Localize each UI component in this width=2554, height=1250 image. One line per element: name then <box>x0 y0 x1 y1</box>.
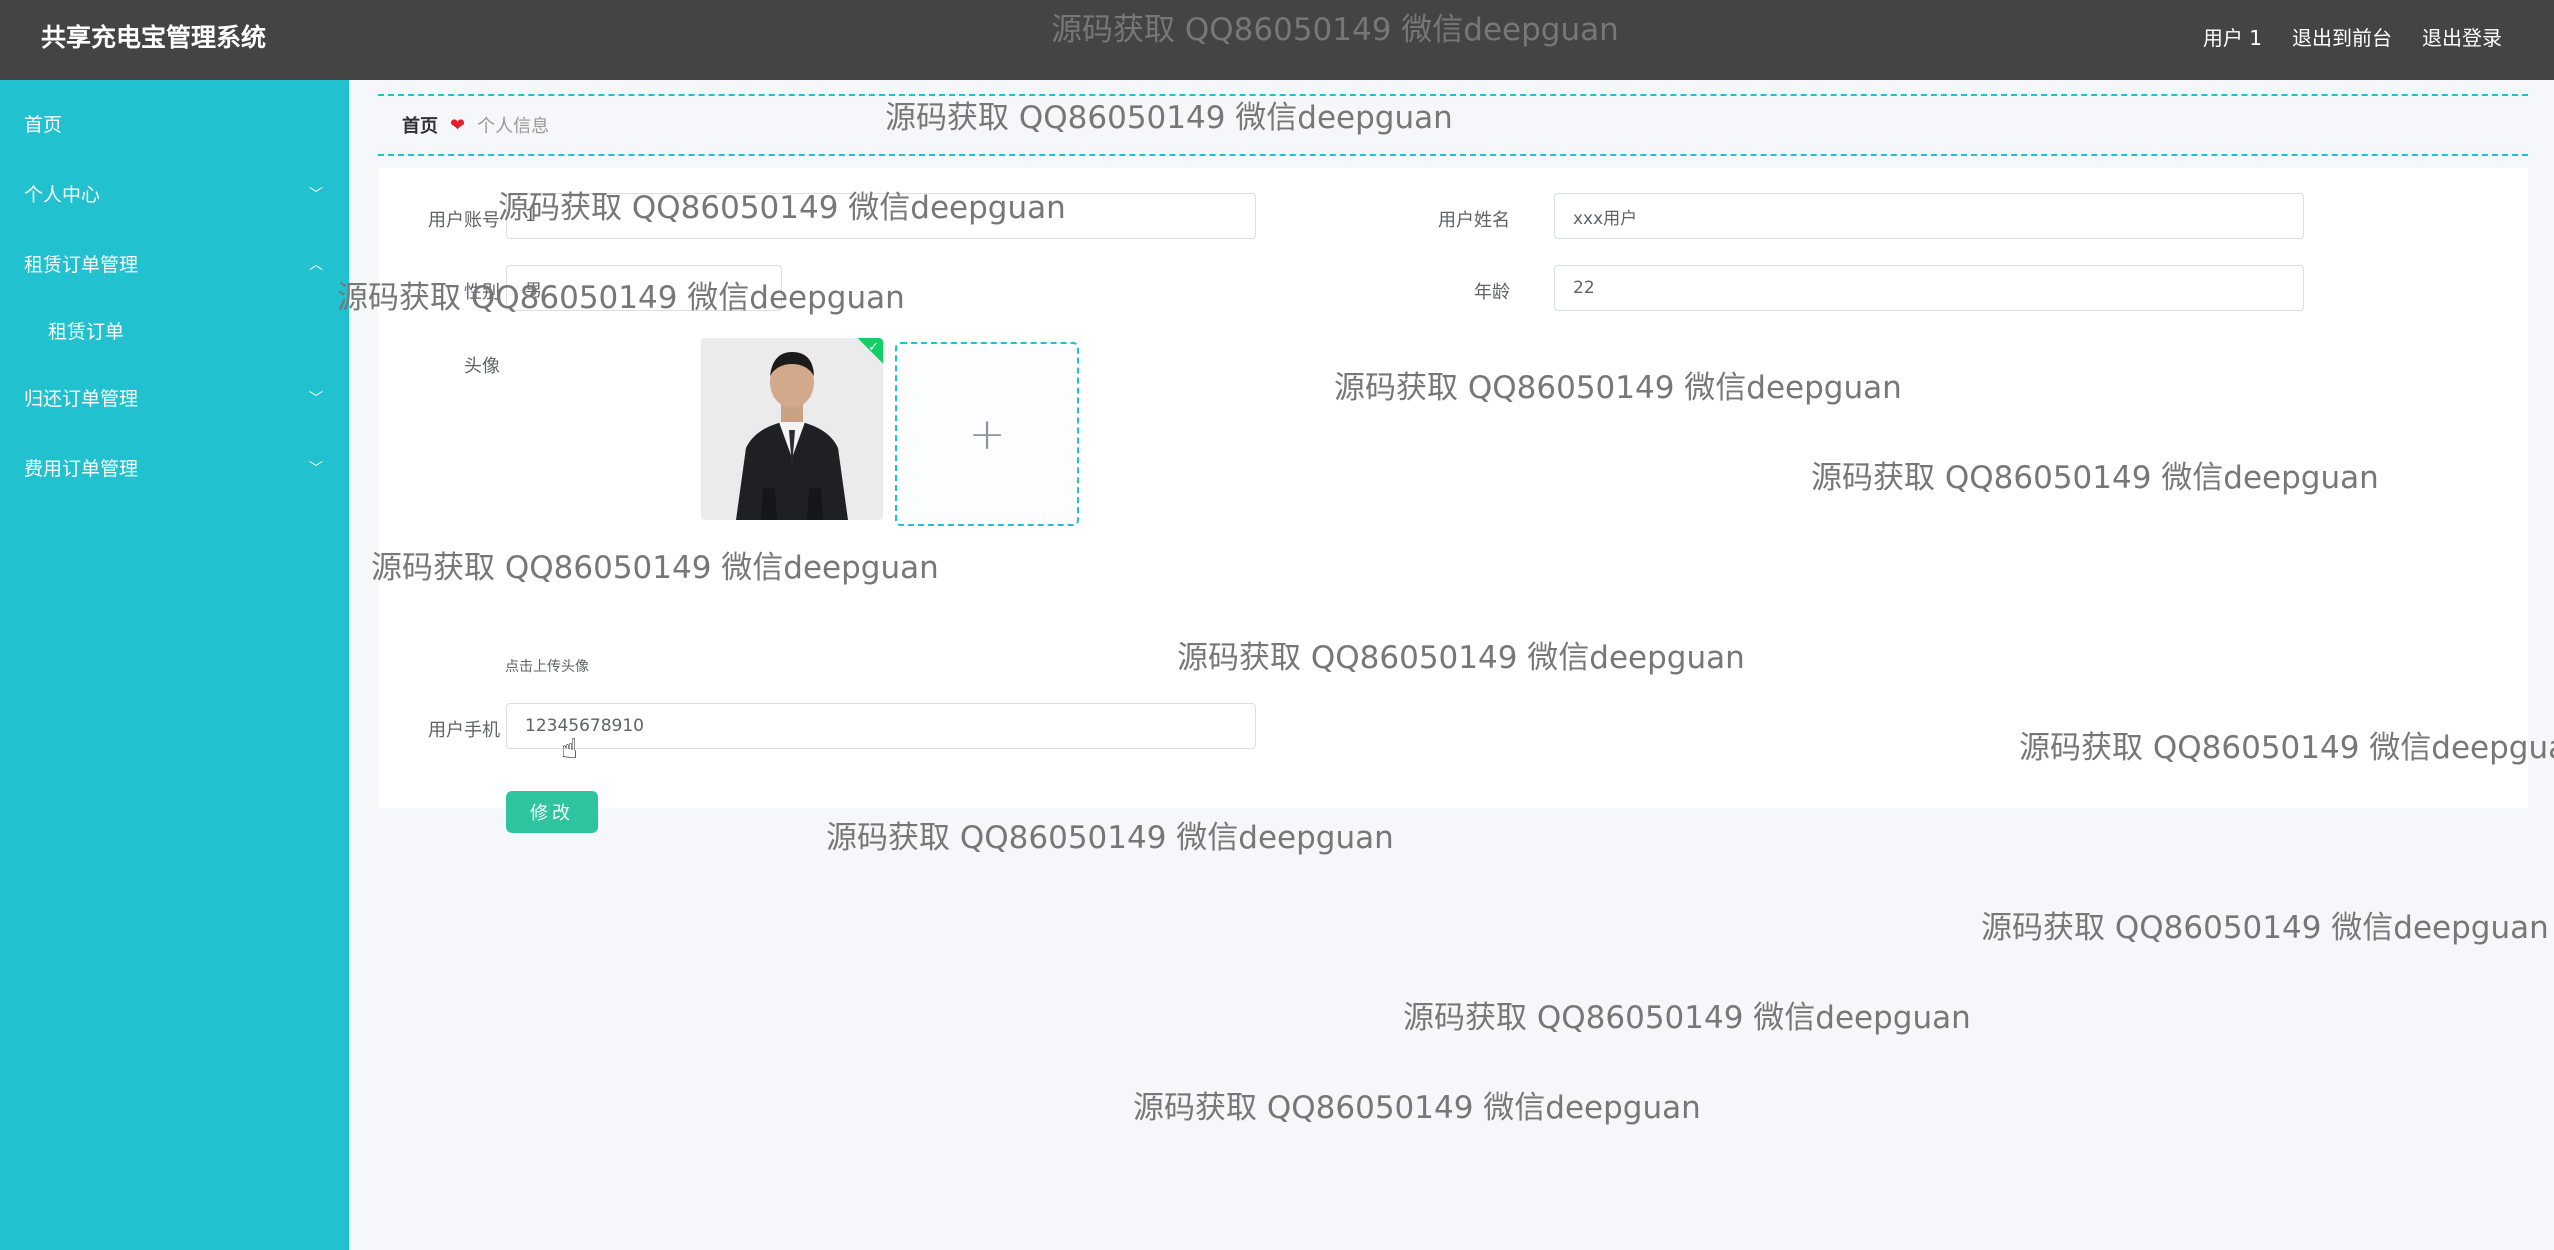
sidebar-item-label: 个人中心 <box>24 184 101 206</box>
sidebar-item-fee-orders[interactable]: 费用订单管理 ﹀ <box>0 434 349 504</box>
sidebar-subitem-rental-order[interactable]: 租赁订单 <box>0 300 349 364</box>
check-icon: ✓ <box>868 340 879 355</box>
main-content: 首页 ❤ 个人信息 用户账号 用户姓名 性别 年龄 头像 <box>349 80 2554 1250</box>
gender-label: 性别 <box>464 282 500 303</box>
upload-tip: 点击上传头像 <box>505 659 589 675</box>
gender-select[interactable] <box>506 265 782 311</box>
sidebar-item-label: 首页 <box>24 114 63 136</box>
sidebar-item-personal-center[interactable]: 个人中心 ﹀ <box>0 160 349 230</box>
heart-icon: ❤ <box>450 114 466 136</box>
name-field[interactable] <box>1554 193 2304 239</box>
logout-link[interactable]: 退出登录 <box>2422 22 2502 54</box>
plus-icon: + <box>968 408 1006 460</box>
modify-button[interactable]: 修改 <box>506 791 598 833</box>
top-links: 用户 1 退出到前台 退出登录 <box>2203 22 2502 54</box>
account-label: 用户账号 <box>428 210 500 231</box>
exit-to-frontend-link[interactable]: 退出到前台 <box>2292 22 2392 54</box>
chevron-down-icon: ﹀ <box>309 461 323 477</box>
app-title: 共享充电宝管理系统 <box>41 23 267 52</box>
profile-form-panel: 用户账号 用户姓名 性别 年龄 头像 ✓ <box>378 168 2528 833</box>
sidebar-item-label: 归还订单管理 <box>24 388 139 410</box>
phone-label: 用户手机 <box>428 720 500 741</box>
chevron-down-icon: ﹀ <box>309 187 323 203</box>
chevron-down-icon: ﹀ <box>309 391 323 407</box>
age-field[interactable] <box>1554 265 2304 311</box>
chevron-up-icon: ︿ <box>309 257 323 273</box>
age-label: 年龄 <box>1474 282 1510 303</box>
sidebar-item-label: 租赁订单管理 <box>24 254 139 276</box>
breadcrumb-home[interactable]: 首页 <box>402 112 438 138</box>
sidebar: 首页 个人中心 ﹀ 租赁订单管理 ︿ 租赁订单 归还订单管理 ﹀ 费用订单管理 … <box>0 80 349 1250</box>
sidebar-item-return-orders[interactable]: 归还订单管理 ﹀ <box>0 364 349 434</box>
avatar-photo <box>701 338 883 520</box>
avatar-upload-button[interactable]: + <box>895 342 1079 526</box>
user-menu-link[interactable]: 用户 1 <box>2203 22 2262 54</box>
avatar-image[interactable]: ✓ <box>701 338 883 520</box>
top-bar: 共享充电宝管理系统 用户 1 退出到前台 退出登录 <box>0 0 2554 80</box>
hand-cursor-icon: ☝ <box>561 732 579 765</box>
sidebar-item-home[interactable]: 首页 <box>0 90 349 160</box>
breadcrumb: 首页 ❤ 个人信息 <box>378 94 2528 156</box>
avatar-label: 头像 <box>464 356 500 377</box>
sidebar-item-label: 租赁订单 <box>48 321 125 343</box>
sidebar-item-label: 费用订单管理 <box>24 458 139 480</box>
phone-field[interactable] <box>506 703 1256 749</box>
breadcrumb-current: 个人信息 <box>477 116 550 137</box>
sidebar-item-rental-orders[interactable]: 租赁订单管理 ︿ <box>0 230 349 300</box>
name-label: 用户姓名 <box>1438 210 1510 231</box>
account-field[interactable] <box>506 193 1256 239</box>
